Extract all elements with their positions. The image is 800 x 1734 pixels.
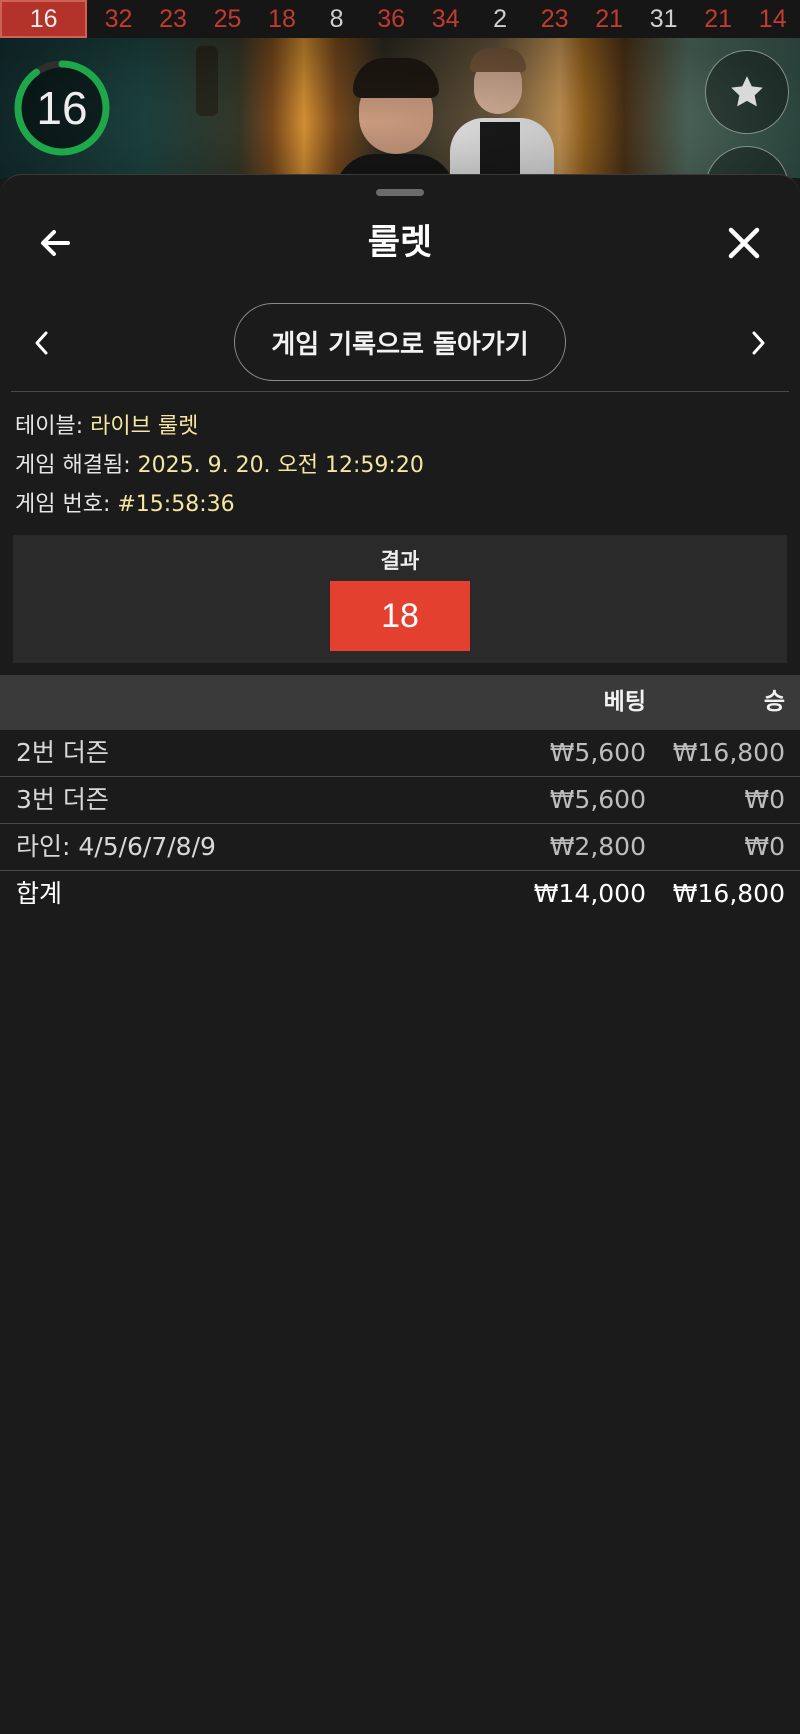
star-icon	[731, 76, 763, 107]
result-number: 18	[330, 581, 470, 651]
history-number: 32	[104, 4, 133, 33]
win-amount: ₩0	[744, 832, 785, 861]
history-number: 21	[595, 4, 624, 33]
history-number: 34	[431, 4, 460, 33]
table-row: 2번 더즌 ₩5,600 ₩16,800	[0, 730, 800, 777]
game-number-label: 게임 번호:	[15, 492, 111, 517]
table-row: 3번 더즌 ₩5,600 ₩0	[0, 777, 800, 824]
result-panel: 결과 18	[13, 535, 787, 663]
table-row: 라인: 4/5/6/7/8/9 ₩2,800 ₩0	[0, 824, 800, 871]
bet-amount: ₩2,800	[549, 832, 646, 861]
countdown-timer: 16	[12, 58, 112, 158]
resolved-info-row: 게임 해결됨: 2025. 9. 20. 오전 12:59:20	[15, 446, 424, 485]
table-label: 테이블:	[15, 414, 84, 439]
game-info: 테이블: 라이브 룰렛 게임 해결됨: 2025. 9. 20. 오전 12:5…	[15, 407, 424, 524]
bet-name: 3번 더즌	[16, 785, 109, 814]
history-number: 2	[493, 4, 508, 33]
bets-table: 베팅 승 2번 더즌 ₩5,600 ₩16,800 3번 더즌 ₩5,600 ₩…	[0, 675, 800, 918]
favorite-button[interactable]	[705, 50, 789, 134]
result-label: 결과	[380, 549, 420, 573]
next-game-button[interactable]	[744, 323, 774, 363]
game-number-info-row: 게임 번호: #15:58:36	[15, 485, 424, 524]
bet-name: 2번 더즌	[16, 738, 109, 767]
history-number: 23	[159, 4, 187, 33]
history-number: 25	[213, 4, 242, 33]
total-bet: ₩14,000	[533, 879, 646, 908]
win-amount: ₩0	[744, 785, 785, 814]
back-to-history-button[interactable]: 게임 기록으로 돌아가기	[234, 303, 566, 381]
win-amount: ₩16,800	[672, 738, 785, 767]
history-number: 8	[329, 4, 344, 33]
previous-game-button[interactable]	[26, 323, 56, 363]
countdown-value: 16	[36, 82, 88, 134]
bet-amount: ₩5,600	[549, 785, 646, 814]
bets-table-header: 베팅 승	[0, 675, 800, 730]
total-row: 합계 ₩14,000 ₩16,800	[0, 871, 800, 918]
table-info-row: 테이블: 라이브 룰렛	[15, 407, 424, 446]
resolved-label: 게임 해결됨:	[15, 453, 131, 478]
close-button[interactable]	[722, 221, 766, 265]
live-video-stream[interactable]	[0, 38, 800, 178]
header-bet: 베팅	[603, 689, 646, 715]
chevron-left-icon	[35, 331, 48, 355]
history-number: 31	[649, 4, 678, 33]
chevron-right-icon	[752, 331, 765, 355]
table-value: 라이브 룰렛	[90, 414, 199, 439]
number-history-bar: 16 32 23 25 18 8 36 34 2 23 21 31 21 14	[0, 0, 800, 38]
bet-name: 라인: 4/5/6/7/8/9	[16, 832, 216, 861]
section-divider	[11, 391, 789, 392]
history-number: 36	[377, 4, 405, 33]
history-number: 18	[268, 4, 296, 33]
history-current-number: 16	[0, 0, 88, 38]
game-history-detail-sheet: 룰렛 게임 기록으로 돌아가기 테이블: 라이브 룰렛 게임 해결됨: 2025…	[0, 174, 800, 1734]
history-number: 23	[540, 4, 569, 33]
total-label: 합계	[16, 879, 63, 908]
total-win: ₩16,800	[672, 879, 785, 908]
header-win: 승	[763, 689, 785, 715]
close-icon	[728, 227, 760, 259]
sheet-grabber[interactable]	[376, 189, 424, 196]
game-number-value: #15:58:36	[117, 492, 235, 517]
resolved-value: 2025. 9. 20. 오전 12:59:20	[137, 453, 424, 478]
game-navigation: 게임 기록으로 돌아가기	[0, 303, 800, 383]
history-number: 14	[758, 4, 787, 33]
bet-amount: ₩5,600	[549, 738, 646, 767]
sheet-title: 룰렛	[367, 223, 433, 263]
history-number: 21	[704, 4, 733, 33]
